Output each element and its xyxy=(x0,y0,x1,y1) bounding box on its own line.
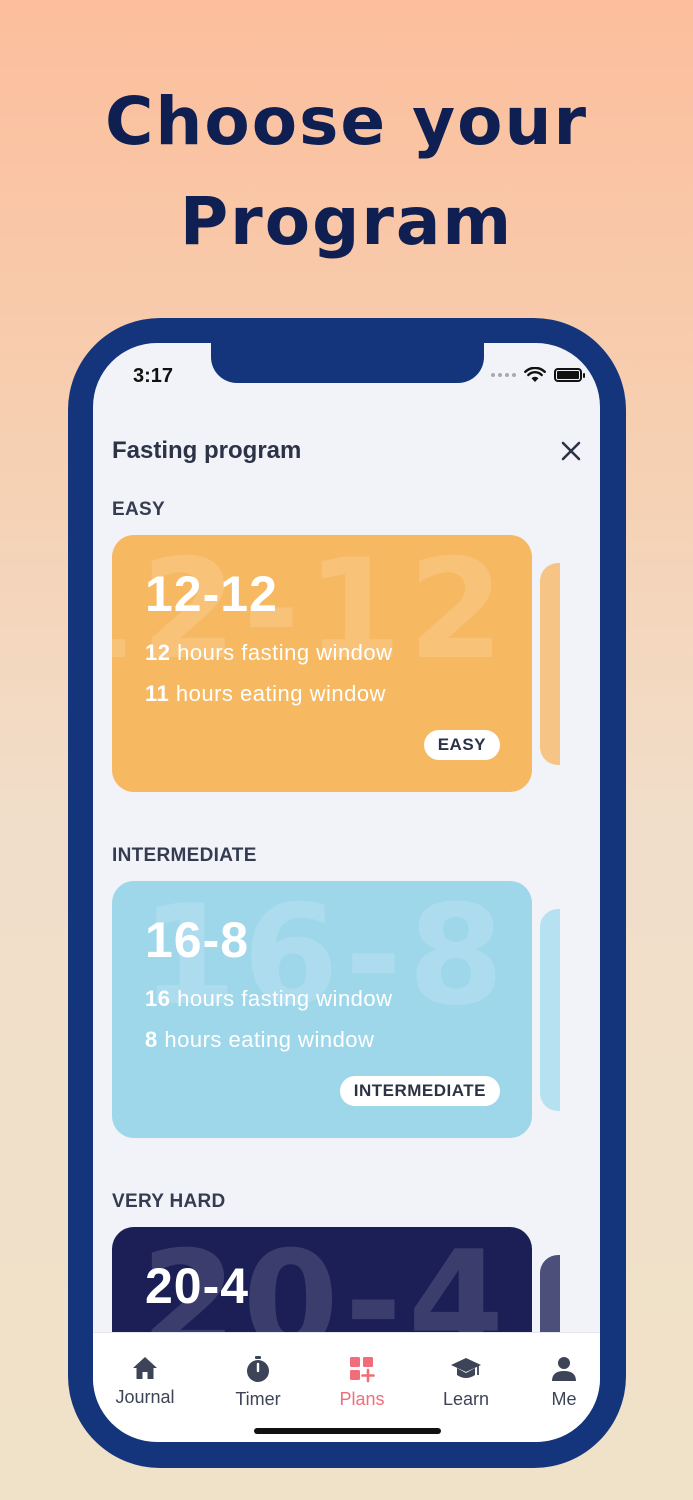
program-card-16-8[interactable]: 16-8 16-8 16 hours fasting window 8 hour… xyxy=(112,881,532,1138)
section-label-intermediate: INTERMEDIATE xyxy=(112,845,257,866)
plan-name: 16-8 xyxy=(145,912,250,968)
eating-hours: 8 xyxy=(145,1027,158,1052)
tab-label: Timer xyxy=(235,1389,281,1409)
difficulty-badge: INTERMEDIATE xyxy=(339,1076,500,1106)
headline-line-2: Program xyxy=(179,183,514,260)
tab-label: Learn xyxy=(442,1389,490,1409)
wifi-icon xyxy=(524,367,546,382)
fasting-hours: 16 xyxy=(145,986,171,1011)
tab-journal[interactable]: Journal xyxy=(95,1355,195,1408)
tab-bar: Journal Timer Plans Learn Me xyxy=(93,1332,600,1442)
eating-window-label: hours eating window xyxy=(157,1027,375,1052)
tab-plans[interactable]: Plans xyxy=(312,1355,412,1410)
phone-screen: 3:17 Fasting program EASY 12-12 12-12 12… xyxy=(93,343,600,1442)
plans-grid-icon xyxy=(350,1357,375,1383)
fasting-window-text: 12 hours fasting window xyxy=(145,640,393,666)
eating-hours: 11 xyxy=(145,681,170,706)
fasting-hours: 12 xyxy=(145,640,171,665)
tab-label: Journal xyxy=(115,1387,175,1407)
tab-me[interactable]: Me xyxy=(514,1355,600,1410)
tab-label: Plans xyxy=(339,1389,385,1409)
headline: Choose your Program xyxy=(0,72,693,272)
sheet-title: Fasting program xyxy=(112,437,302,464)
section-label-easy: EASY xyxy=(112,499,165,520)
graduation-cap-icon xyxy=(451,1358,481,1378)
home-indicator[interactable] xyxy=(254,1428,441,1434)
next-card-peek[interactable] xyxy=(540,909,560,1111)
eating-window-text: 8 hours eating window xyxy=(145,1027,374,1053)
next-card-peek[interactable] xyxy=(540,563,560,765)
section-label-very-hard: VERY HARD xyxy=(112,1191,226,1212)
plan-name: 12-12 xyxy=(145,566,278,622)
tab-label: Me xyxy=(551,1389,577,1409)
cellular-signal-icon xyxy=(491,373,516,377)
headline-line-1: Choose your xyxy=(104,83,589,160)
status-time: 3:17 xyxy=(133,365,174,387)
program-card-12-12[interactable]: 12-12 12-12 12 hours fasting window 11 h… xyxy=(112,535,532,792)
plan-name: 20-4 xyxy=(145,1258,250,1314)
difficulty-badge: EASY xyxy=(423,730,500,760)
fasting-window-text: 16 hours fasting window xyxy=(145,986,393,1012)
battery-icon xyxy=(554,368,585,382)
eating-window-text: 11 hours eating window xyxy=(145,681,386,707)
stopwatch-icon xyxy=(247,1356,269,1382)
tab-timer[interactable]: Timer xyxy=(208,1355,308,1410)
notch xyxy=(211,343,484,383)
tab-learn[interactable]: Learn xyxy=(416,1355,516,1410)
status-icons xyxy=(491,367,585,383)
eating-window-label: hours eating window xyxy=(169,681,386,706)
home-icon xyxy=(133,1357,157,1379)
fasting-window-label: hours fasting window xyxy=(170,640,393,665)
fasting-window-label: hours fasting window xyxy=(170,986,393,1011)
person-icon xyxy=(552,1357,576,1381)
close-icon[interactable] xyxy=(557,437,585,465)
